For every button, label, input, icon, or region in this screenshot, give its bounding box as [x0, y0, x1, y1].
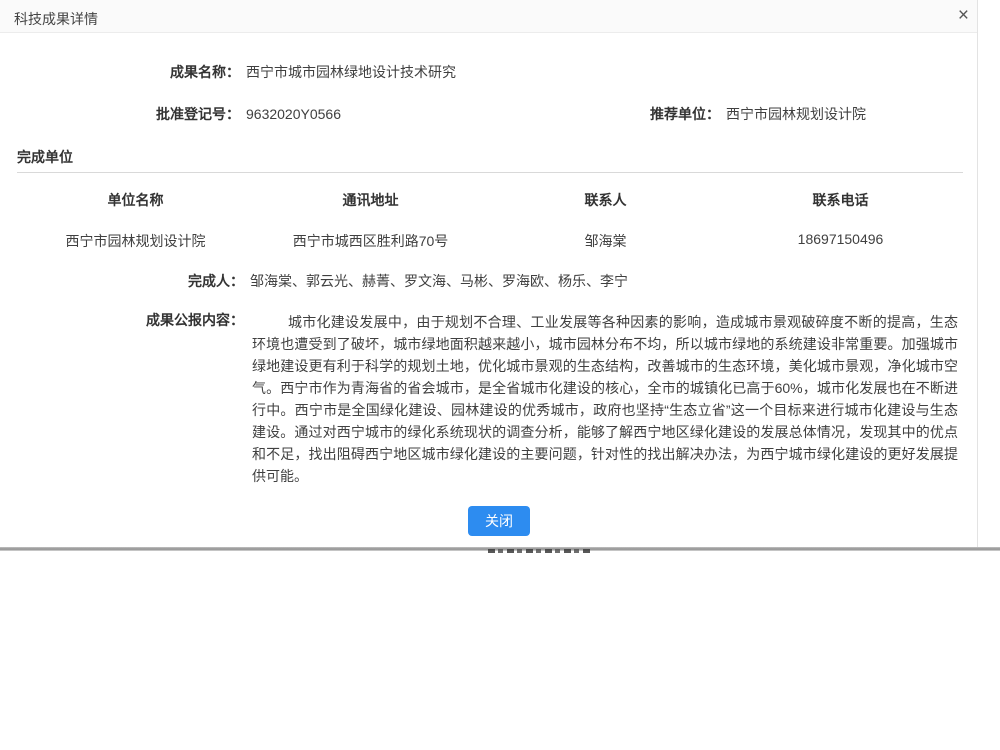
report-content-text: 城市化建设发展中，由于规划不合理、工业发展等各种因素的影响，造成城市景观破碎度不… [252, 311, 958, 487]
field-recommending-unit: 推荐单位： 西宁市园林规划设计院 [650, 105, 866, 123]
completers-label: 完成人： [0, 272, 244, 290]
column-header-address: 通讯地址 [253, 190, 488, 210]
table-row: 西宁市园林规划设计院 西宁市城西区胜利路70号 邹海棠 18697150496 [18, 231, 958, 251]
field-completers: 完成人： 邹海棠、郭云光、赫菁、罗文海、马彬、罗海欧、杨乐、李宁 [0, 272, 628, 290]
cell-unit-name: 西宁市园林规划设计院 [18, 231, 253, 251]
field-registration-number: 批准登记号： 9632020Y0566 [0, 105, 341, 123]
column-header-phone: 联系电话 [723, 190, 958, 210]
screen: 科技成果详情 × 成果名称： 西宁市城市园林绿地设计技术研究 批准登记号： 96… [0, 0, 1000, 750]
registration-number-label: 批准登记号： [0, 105, 240, 123]
column-header-contact: 联系人 [488, 190, 723, 210]
cell-address: 西宁市城西区胜利路70号 [253, 231, 488, 251]
close-button[interactable]: 关闭 [468, 506, 530, 536]
completing-units-section-title: 完成单位 [17, 147, 963, 173]
cell-phone: 18697150496 [723, 231, 958, 251]
achievement-name-label: 成果名称： [0, 63, 240, 81]
occluded-page-text [488, 549, 592, 553]
cell-contact: 邹海棠 [488, 231, 723, 251]
field-report-content: 成果公报内容： 城市化建设发展中，由于规划不合理、工业发展等各种因素的影响，造成… [0, 311, 958, 487]
recommending-unit-label: 推荐单位： [650, 105, 720, 123]
achievement-detail-modal: 科技成果详情 × 成果名称： 西宁市城市园林绿地设计技术研究 批准登记号： 96… [0, 0, 978, 548]
report-content-label: 成果公报内容： [0, 311, 244, 329]
column-header-unit-name: 单位名称 [18, 190, 253, 210]
close-icon[interactable]: × [958, 5, 969, 27]
recommending-unit-value: 西宁市园林规划设计院 [726, 105, 866, 123]
unit-table-header: 单位名称 通讯地址 联系人 联系电话 [18, 190, 958, 210]
field-achievement-name: 成果名称： 西宁市城市园林绿地设计技术研究 [0, 63, 456, 81]
modal-header: 科技成果详情 × [0, 0, 977, 33]
modal-title: 科技成果详情 [14, 9, 98, 29]
registration-number-value: 9632020Y0566 [246, 105, 341, 123]
completers-value: 邹海棠、郭云光、赫菁、罗文海、马彬、罗海欧、杨乐、李宁 [250, 272, 628, 290]
achievement-name-value: 西宁市城市园林绿地设计技术研究 [246, 63, 456, 81]
